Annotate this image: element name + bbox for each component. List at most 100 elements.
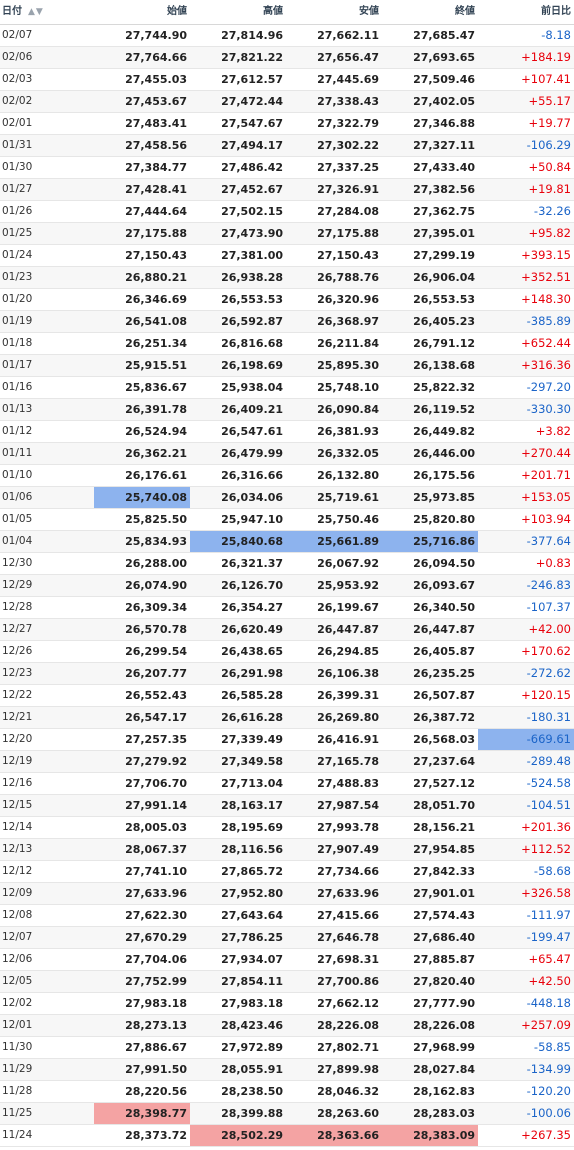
- table-row[interactable]: 12/02 27,983.18 27,983.18 27,662.12 27,777.9…: [0, 993, 574, 1015]
- table-row[interactable]: 12/26 26,299.54 26,438.65 26,294.85 26,405.8…: [0, 641, 574, 663]
- header-low[interactable]: 安値: [286, 0, 379, 24]
- sort-arrows-icon[interactable]: ▲▼: [28, 0, 44, 24]
- cell-open: 25,834.93: [125, 535, 187, 548]
- cell-change: -297.20: [526, 380, 571, 394]
- cell-high: 28,195.69: [221, 821, 283, 834]
- table-row[interactable]: 12/13 28,067.37 28,116.56 27,907.49 27,954.8…: [0, 839, 574, 861]
- cell-low: 26,416.91: [317, 733, 379, 746]
- table-row[interactable]: 01/05 25,825.50 25,947.10 25,750.46 25,820.8…: [0, 509, 574, 531]
- table-row[interactable]: 12/16 27,706.70 27,713.04 27,488.83 27,527.1…: [0, 773, 574, 795]
- cell-low: 28,046.32: [317, 1085, 379, 1098]
- table-row[interactable]: 12/12 27,741.10 27,865.72 27,734.66 27,842.3…: [0, 861, 574, 883]
- cell-date: 12/08: [2, 909, 33, 921]
- table-row[interactable]: 01/12 26,524.94 26,547.61 26,381.93 26,449.8…: [0, 421, 574, 443]
- table-row[interactable]: 12/09 27,633.96 27,952.80 27,633.96 27,901.0…: [0, 883, 574, 905]
- header-open[interactable]: 始値: [94, 0, 187, 24]
- table-row[interactable]: 12/14 28,005.03 28,195.69 27,993.78 28,156.2…: [0, 817, 574, 839]
- table-row[interactable]: 01/30 27,384.77 27,486.42 27,337.25 27,433.4…: [0, 157, 574, 179]
- cell-low: 26,269.80: [317, 711, 379, 724]
- cell-close: 27,237.64: [413, 755, 475, 768]
- table-row[interactable]: 01/24 27,150.43 27,381.00 27,150.43 27,299.1…: [0, 245, 574, 267]
- table-row[interactable]: 12/23 26,207.77 26,291.98 26,106.38 26,235.2…: [0, 663, 574, 685]
- table-row[interactable]: 01/04 25,834.93 25,840.68 25,661.89 25,716.8…: [0, 531, 574, 553]
- cell-open: 27,764.66: [125, 51, 187, 64]
- cell-close: 27,362.75: [413, 205, 475, 218]
- cell-open: 26,362.21: [125, 447, 187, 460]
- cell-change: -100.06: [526, 1106, 571, 1120]
- table-row[interactable]: 12/28 26,309.34 26,354.27 26,199.67 26,340.5…: [0, 597, 574, 619]
- table-row[interactable]: 01/17 25,915.51 26,198.69 25,895.30 26,138.6…: [0, 355, 574, 377]
- cell-high: 27,502.15: [221, 205, 283, 218]
- cell-close: 26,094.50: [413, 557, 475, 570]
- table-row[interactable]: 12/30 26,288.00 26,321.37 26,067.92 26,094.5…: [0, 553, 574, 575]
- cell-low: 27,165.78: [317, 755, 379, 768]
- cell-date: 12/20: [2, 733, 33, 745]
- cell-high: 27,821.22: [221, 51, 283, 64]
- cell-high: 27,494.17: [221, 139, 283, 152]
- cell-date: 02/03: [2, 73, 33, 85]
- table-row[interactable]: 02/07 27,744.90 27,814.96 27,662.11 27,685.4…: [0, 25, 574, 47]
- cell-low: 27,322.79: [317, 117, 379, 130]
- cell-low: 27,734.66: [317, 865, 379, 878]
- table-row[interactable]: 11/24 28,373.72 28,502.29 28,363.66 28,383.0…: [0, 1125, 574, 1147]
- cell-close: 25,820.80: [413, 513, 475, 526]
- cell-close: 27,527.12: [413, 777, 475, 790]
- table-row[interactable]: 12/08 27,622.30 27,643.64 27,415.66 27,574.4…: [0, 905, 574, 927]
- table-row[interactable]: 02/02 27,453.67 27,472.44 27,338.43 27,402.0…: [0, 91, 574, 113]
- cell-close: 28,051.70: [413, 799, 475, 812]
- table-row[interactable]: 12/15 27,991.14 28,163.17 27,987.54 28,051.7…: [0, 795, 574, 817]
- cell-high: 26,438.65: [221, 645, 283, 658]
- table-row[interactable]: 12/07 27,670.29 27,786.25 27,646.78 27,686.4…: [0, 927, 574, 949]
- header-close[interactable]: 終値: [382, 0, 475, 24]
- cell-close: 26,175.56: [413, 469, 475, 482]
- table-row[interactable]: 02/03 27,455.03 27,612.57 27,445.69 27,509.4…: [0, 69, 574, 91]
- table-row[interactable]: 01/25 27,175.88 27,473.90 27,175.88 27,395.0…: [0, 223, 574, 245]
- table-row[interactable]: 12/19 27,279.92 27,349.58 27,165.78 27,237.6…: [0, 751, 574, 773]
- table-row[interactable]: 01/13 26,391.78 26,409.21 26,090.84 26,119.5…: [0, 399, 574, 421]
- table-row[interactable]: 11/30 27,886.67 27,972.89 27,802.71 27,968.9…: [0, 1037, 574, 1059]
- table-row[interactable]: 12/20 27,257.35 27,339.49 26,416.91 26,568.0…: [0, 729, 574, 751]
- table-row[interactable]: 01/31 27,458.56 27,494.17 27,302.22 27,327.1…: [0, 135, 574, 157]
- table-row[interactable]: 12/29 26,074.90 26,126.70 25,953.92 26,093.6…: [0, 575, 574, 597]
- cell-open: 26,524.94: [125, 425, 187, 438]
- table-row[interactable]: 01/10 26,176.61 26,316.66 26,132.80 26,175.5…: [0, 465, 574, 487]
- table-row[interactable]: 11/29 27,991.50 28,055.91 27,899.98 28,027.8…: [0, 1059, 574, 1081]
- table-row[interactable]: 12/22 26,552.43 26,585.28 26,399.31 26,507.8…: [0, 685, 574, 707]
- cell-change: +184.19: [521, 50, 571, 64]
- table-row[interactable]: 12/05 27,752.99 27,854.11 27,700.86 27,820.4…: [0, 971, 574, 993]
- cell-date: 12/22: [2, 689, 33, 701]
- cell-low: 25,748.10: [317, 381, 379, 394]
- table-row[interactable]: 01/26 27,444.64 27,502.15 27,284.08 27,362.7…: [0, 201, 574, 223]
- table-row[interactable]: 01/11 26,362.21 26,479.99 26,332.05 26,446.0…: [0, 443, 574, 465]
- table-row[interactable]: 01/27 27,428.41 27,452.67 27,326.91 27,382.5…: [0, 179, 574, 201]
- cell-change: +393.15: [521, 248, 571, 262]
- table-row[interactable]: 02/06 27,764.66 27,821.22 27,656.47 27,693.6…: [0, 47, 574, 69]
- table-row[interactable]: 01/16 25,836.67 25,938.04 25,748.10 25,822.3…: [0, 377, 574, 399]
- table-row[interactable]: 11/25 28,398.77 28,399.88 28,263.60 28,283.0…: [0, 1103, 574, 1125]
- cell-open: 26,346.69: [125, 293, 187, 306]
- table-row[interactable]: 01/20 26,346.69 26,553.53 26,320.96 26,553.5…: [0, 289, 574, 311]
- cell-close: 27,777.90: [413, 997, 475, 1010]
- cell-open: 27,257.35: [125, 733, 187, 746]
- table-row[interactable]: 01/19 26,541.08 26,592.87 26,368.97 26,405.2…: [0, 311, 574, 333]
- table-row[interactable]: 12/01 28,273.13 28,423.46 28,226.08 28,226.0…: [0, 1015, 574, 1037]
- cell-close: 27,402.05: [413, 95, 475, 108]
- cell-high: 26,585.28: [221, 689, 283, 702]
- table-row[interactable]: 02/01 27,483.41 27,547.67 27,322.79 27,346.8…: [0, 113, 574, 135]
- table-row[interactable]: 01/18 26,251.34 26,816.68 26,211.84 26,791.1…: [0, 333, 574, 355]
- cell-high: 27,381.00: [221, 249, 283, 262]
- table-row[interactable]: 12/06 27,704.06 27,934.07 27,698.31 27,885.8…: [0, 949, 574, 971]
- cell-high: 26,409.21: [221, 403, 283, 416]
- cell-low: 27,445.69: [317, 73, 379, 86]
- cell-high: 27,786.25: [221, 931, 283, 944]
- table-row[interactable]: 01/23 26,880.21 26,938.28 26,788.76 26,906.0…: [0, 267, 574, 289]
- cell-date: 01/04: [2, 535, 33, 547]
- table-row[interactable]: 12/27 26,570.78 26,620.49 26,447.87 26,447.8…: [0, 619, 574, 641]
- table-row[interactable]: 11/28 28,220.56 28,238.50 28,046.32 28,162.8…: [0, 1081, 574, 1103]
- table-row[interactable]: 01/06 25,740.08 26,034.06 25,719.61 25,973.8…: [0, 487, 574, 509]
- table-row[interactable]: 12/21 26,547.17 26,616.28 26,269.80 26,387.7…: [0, 707, 574, 729]
- header-change[interactable]: 前日比: [478, 0, 571, 24]
- header-high[interactable]: 高値: [190, 0, 283, 24]
- cell-high: 27,983.18: [221, 997, 283, 1010]
- cell-date: 12/06: [2, 953, 33, 965]
